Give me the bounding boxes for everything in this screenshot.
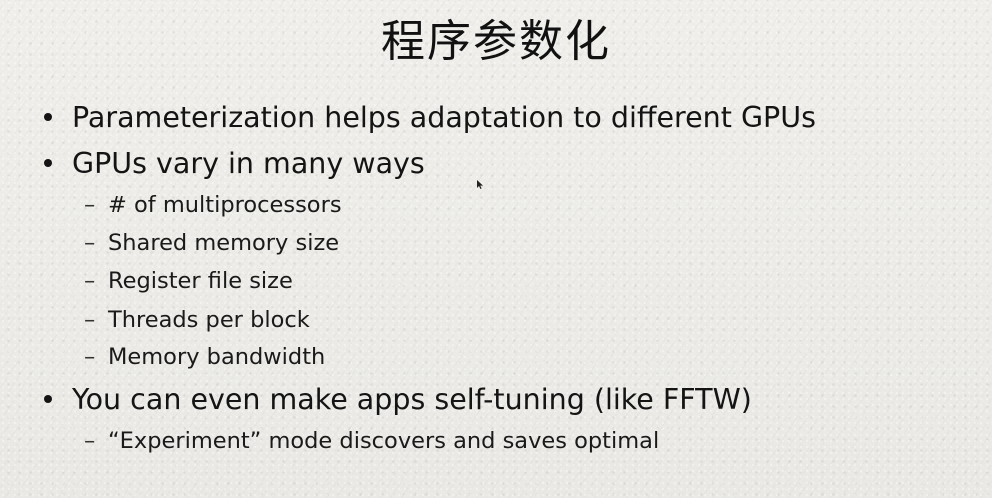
dash-icon: –: [84, 428, 96, 454]
bullet-dot-icon: [44, 395, 52, 403]
dash-icon: –: [84, 192, 96, 218]
sub-item: – # of multiprocessors: [84, 190, 342, 220]
bullet-dot-icon: [44, 159, 52, 167]
sub-item: – Shared memory size: [84, 228, 339, 258]
sub-item: – Threads per block: [84, 305, 310, 335]
dash-icon: –: [84, 268, 96, 294]
dash-icon: –: [84, 344, 96, 370]
slide-title: 程序参数化: [381, 16, 611, 67]
sub-item-text: Register file size: [108, 268, 293, 294]
bullet-text: You can even make apps self-tuning (like…: [72, 383, 752, 416]
bullet-item: GPUs vary in many ways: [44, 146, 425, 182]
sub-item-text: Threads per block: [108, 307, 310, 333]
sub-item-text: # of multiprocessors: [108, 192, 342, 218]
bullet-item: You can even make apps self-tuning (like…: [44, 382, 752, 418]
bullet-item: Parameterization helps adaptation to dif…: [44, 100, 816, 136]
dash-icon: –: [84, 307, 96, 333]
sub-item-text: “Experiment” mode discovers and saves op…: [108, 428, 660, 454]
sub-item: – “Experiment” mode discovers and saves o…: [84, 426, 659, 456]
sub-item-text: Shared memory size: [108, 230, 340, 256]
bullet-text: Parameterization helps adaptation to dif…: [72, 101, 816, 134]
sub-item: – Memory bandwidth: [84, 342, 325, 372]
sub-item: – Register file size: [84, 266, 293, 296]
bullet-dot-icon: [44, 113, 52, 121]
bullet-text: GPUs vary in many ways: [72, 147, 425, 180]
slide: 程序参数化 Parameterization helps adaptation …: [0, 0, 992, 498]
mouse-pointer-icon: [477, 180, 483, 189]
dash-icon: –: [84, 230, 96, 256]
sub-item-text: Memory bandwidth: [108, 344, 326, 370]
